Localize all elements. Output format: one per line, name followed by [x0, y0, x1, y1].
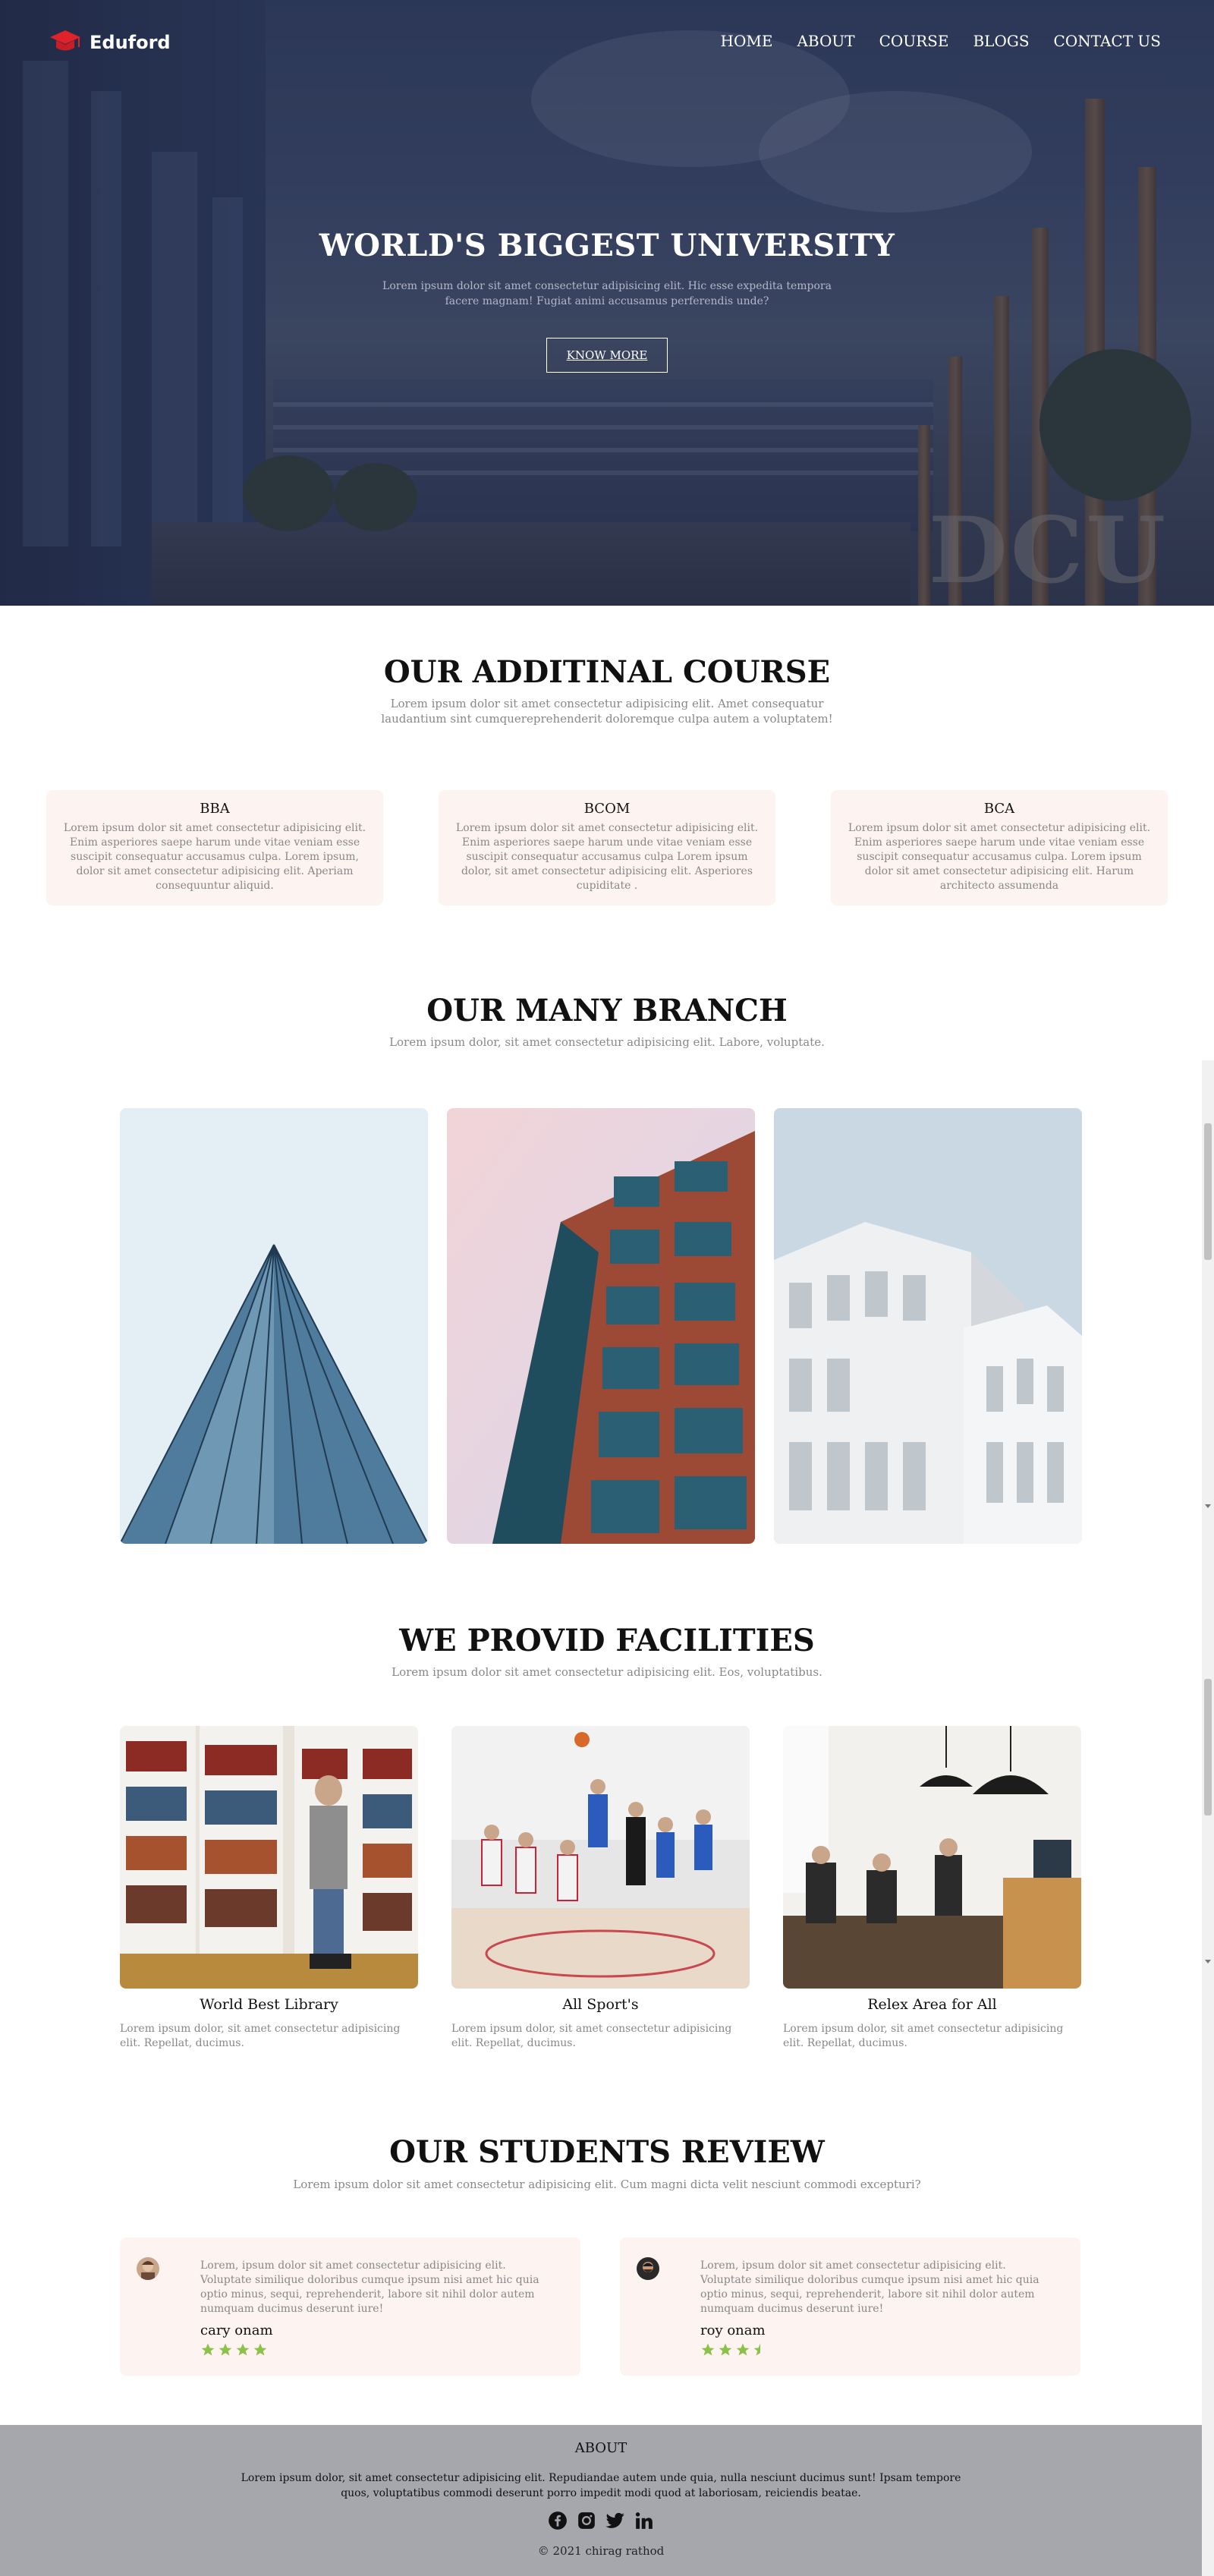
course-card-bba[interactable]: BBA Lorem ipsum dolor sit amet consectet… — [46, 790, 383, 905]
facilities-subtitle: Lorem ipsum dolor sit amet consectetur a… — [392, 1665, 822, 1679]
twitter-icon[interactable] — [605, 2511, 625, 2530]
facility-title: Relex Area for All — [867, 1996, 997, 2013]
reviewer-name: roy onam — [700, 2322, 766, 2338]
copyright-text: © 2021 chirag rathod — [537, 2544, 665, 2558]
courses-title: OUR ADDITINAL COURSE — [383, 654, 831, 690]
branch-image-white-building[interactable] — [774, 1108, 1082, 1544]
footer-text: Lorem ipsum dolor, sit amet consectetur … — [241, 2472, 961, 2499]
course-description: Lorem ipsum dolor sit amet consectetur a… — [455, 822, 759, 892]
linkedin-icon[interactable] — [634, 2511, 654, 2530]
facebook-icon[interactable] — [548, 2511, 568, 2530]
facility-image-cafe[interactable] — [783, 1726, 1081, 1989]
facility-description: Lorem ipsum dolor, sit amet consectetur … — [451, 2023, 732, 2049]
hero-subtitle: Lorem ipsum dolor sit amet consectetur a… — [382, 280, 832, 307]
logo[interactable]: Eduford — [49, 27, 171, 58]
course-description: Lorem ipsum dolor sit amet consectetur a… — [848, 822, 1151, 892]
star-icon — [719, 2343, 732, 2356]
graduation-cap-icon — [50, 30, 80, 51]
branch-image-glass-triangle[interactable] — [120, 1108, 428, 1544]
course-name: BBA — [200, 801, 230, 817]
star-icon — [219, 2343, 232, 2356]
review-text: Lorem, ipsum dolor sit amet consectetur … — [200, 2260, 539, 2315]
course-name: BCOM — [583, 801, 631, 817]
review-card: Lorem, ipsum dolor sit amet consectetur … — [120, 2237, 580, 2376]
footer-title: ABOUT — [574, 2440, 627, 2456]
instagram-icon[interactable] — [577, 2511, 596, 2530]
avatar — [637, 2257, 659, 2280]
nav-home-link[interactable]: HOME — [721, 32, 773, 50]
nav-about-link[interactable]: ABOUT — [797, 32, 854, 50]
know-more-button[interactable]: KNOW MORE — [546, 338, 668, 373]
star-icon — [236, 2343, 250, 2356]
course-name: BCA — [983, 801, 1015, 817]
star-rating — [200, 2342, 268, 2357]
star-icon — [736, 2343, 750, 2356]
hero-title: WORLD'S BIGGEST UNIVERSITY — [319, 228, 895, 263]
facility-description: Lorem ipsum dolor, sit amet consectetur … — [783, 2023, 1064, 2049]
scrollbar-thumb[interactable] — [1204, 1679, 1212, 1815]
branches-title: OUR MANY BRANCH — [426, 993, 788, 1028]
branches-subtitle: Lorem ipsum dolor, sit amet consectetur … — [389, 1035, 825, 1049]
facility-image-library[interactable] — [120, 1726, 418, 1989]
courses-subtitle: Lorem ipsum dolor sit amet consectetur a… — [381, 697, 833, 726]
reviews-subtitle: Lorem ipsum dolor sit amet consectetur a… — [293, 2178, 921, 2191]
footer: ABOUT Lorem ipsum dolor, sit amet consec… — [0, 2425, 1202, 2576]
course-description: Lorem ipsum dolor sit amet consectetur a… — [63, 822, 366, 892]
facility-image-sports[interactable] — [451, 1726, 750, 1989]
course-card-bca[interactable]: BCA Lorem ipsum dolor sit amet consectet… — [831, 790, 1168, 905]
scrollbar-thumb[interactable] — [1204, 1123, 1212, 1260]
brand-name: Eduford — [90, 32, 171, 53]
facility-title: All Sport's — [562, 1996, 639, 2013]
nav-course-link[interactable]: COURSE — [879, 32, 949, 50]
branch-image-brick-tower[interactable] — [447, 1108, 755, 1544]
nav-blogs-link[interactable]: BLOGS — [973, 32, 1029, 50]
star-icon — [701, 2343, 715, 2356]
reviewer-name: cary onam — [200, 2322, 273, 2338]
facility-title: World Best Library — [200, 1996, 338, 2013]
half-star-icon — [753, 2343, 760, 2356]
main-menu: HOME ABOUT COURSE BLOGS CONTACT US — [721, 32, 1161, 50]
facilities-title: WE PROVID FACILITIES — [399, 1623, 815, 1658]
review-text: Lorem, ipsum dolor sit amet consectetur … — [700, 2260, 1039, 2315]
review-card: Lorem, ipsum dolor sit amet consectetur … — [620, 2237, 1080, 2376]
course-card-bcom[interactable]: BCOM Lorem ipsum dolor sit amet consecte… — [439, 790, 775, 905]
nav-contact-link[interactable]: CONTACT US — [1054, 32, 1161, 50]
star-icon — [253, 2343, 267, 2356]
facility-description: Lorem ipsum dolor, sit amet consectetur … — [120, 2023, 401, 2049]
navbar: Eduford HOME ABOUT COURSE BLOGS CONTACT … — [0, 0, 1214, 83]
social-links — [0, 2511, 1202, 2530]
star-rating — [700, 2342, 768, 2357]
star-icon — [201, 2343, 215, 2356]
scroll-down-arrow[interactable] — [1205, 1960, 1211, 1963]
reviews-title: OUR STUDENTS REVIEW — [389, 2134, 825, 2170]
avatar — [137, 2257, 159, 2280]
hero-section: DCU Eduford HOME ABOUT COURSE BLOGS CONT… — [0, 0, 1214, 606]
vertical-scrollbar[interactable] — [1202, 1060, 1214, 2576]
hero-content: WORLD'S BIGGEST UNIVERSITY Lorem ipsum d… — [0, 228, 1214, 373]
scroll-down-arrow[interactable] — [1205, 1504, 1211, 1508]
